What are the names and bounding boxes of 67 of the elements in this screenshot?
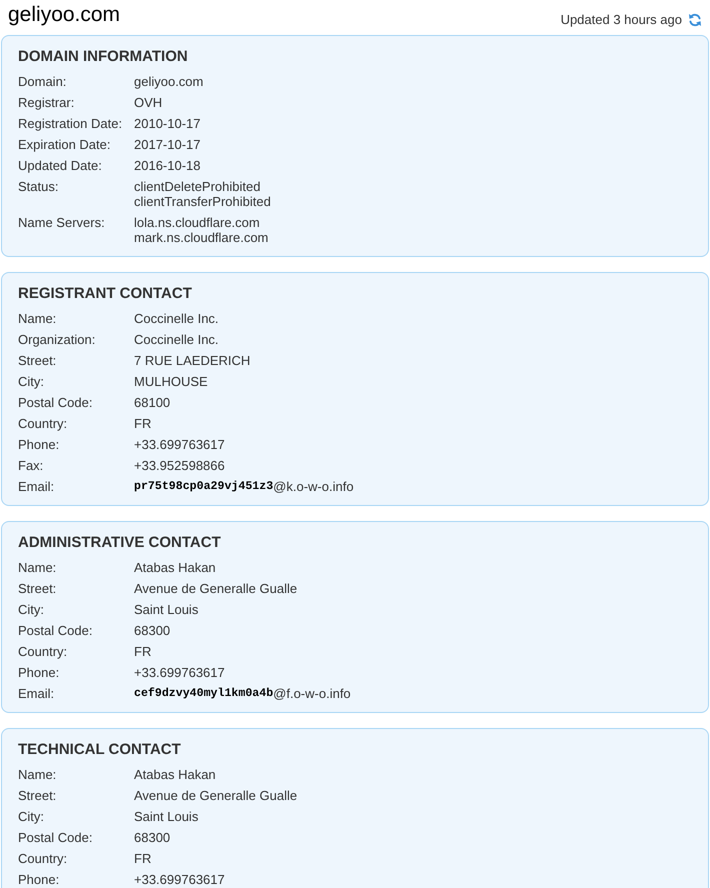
field-label: Name Servers: [18, 215, 105, 230]
field-label: Phone: [18, 665, 60, 680]
field-label: Updated Date: [18, 158, 102, 173]
field-value: +33.952598866 [134, 458, 225, 473]
field-label: Organization: [18, 332, 96, 347]
field-value: +33.699763617 [134, 872, 225, 887]
field-value: FR [134, 644, 152, 659]
field-label: City: [18, 602, 44, 617]
field-value: 2017-10-17 [134, 137, 200, 152]
field-label: Postal Code: [18, 830, 92, 845]
field-value: Saint Louis [134, 809, 198, 824]
field-value: FR [134, 851, 152, 866]
field-label: City: [18, 809, 44, 824]
field-label: Domain: [18, 74, 66, 89]
field-value: 68100 [134, 395, 170, 410]
field-value: clientDeleteProhibited [134, 179, 260, 194]
field-value: Avenue de Generalle Gualle [134, 788, 298, 803]
section-heading: REGISTRANT CONTACT [18, 284, 192, 304]
field-label: Name: [18, 767, 56, 782]
field-label: Email: [18, 686, 54, 701]
field-label: Country: [18, 644, 68, 659]
field-value: 2010-10-17 [134, 116, 200, 131]
updated-time: Updated 3 hours ago [560, 12, 682, 28]
field-value: Coccinelle Inc. [134, 311, 219, 326]
field-value: +33.699763617 [134, 437, 225, 452]
field-label: Street: [18, 788, 56, 803]
field-label: Name: [18, 560, 56, 575]
field-value: Avenue de Generalle Gualle [134, 581, 298, 596]
field-value: Atabas Hakan [134, 560, 216, 575]
field-label: Postal Code: [18, 395, 92, 410]
field-label: Name: [18, 311, 56, 326]
field-label: Phone: [18, 872, 60, 887]
field-value: FR [134, 416, 152, 431]
section-heading: DOMAIN INFORMATION [18, 47, 188, 67]
field-value: OVH [134, 95, 162, 110]
field-label: Postal Code: [18, 623, 92, 638]
field-value: +33.699763617 [134, 665, 225, 680]
page-title: geliyoo.com [8, 2, 120, 28]
field-label: Expiration Date: [18, 137, 110, 152]
field-label: Street: [18, 581, 56, 596]
field-value: Saint Louis [134, 602, 198, 617]
field-label: Registration Date: [18, 116, 122, 131]
field-value: MULHOUSE [134, 374, 208, 389]
field-value: 2016-10-18 [134, 158, 200, 173]
field-label: Email: [18, 479, 54, 494]
email-value: pr75t98cp0a29vj451z3@k.o-w-o.info [134, 479, 354, 494]
field-label: Fax: [18, 458, 44, 473]
field-value: 7 RUE LAEDERICH [134, 353, 250, 368]
field-value: lola.ns.cloudflare.com [134, 215, 260, 230]
refresh-icon[interactable] [688, 13, 702, 27]
field-label: Country: [18, 851, 68, 866]
field-value: Coccinelle Inc. [134, 332, 219, 347]
field-value: geliyoo.com [134, 74, 204, 89]
section-heading: TECHNICAL CONTACT [18, 740, 181, 760]
field-value: Atabas Hakan [134, 767, 216, 782]
email-value: cef9dzvy40myl1km0a4b@f.o-w-o.info [134, 686, 351, 701]
field-value: 68300 [134, 830, 170, 845]
section-heading: ADMINISTRATIVE CONTACT [18, 533, 221, 553]
field-label: Phone: [18, 437, 60, 452]
field-label: City: [18, 374, 44, 389]
field-value: mark.ns.cloudflare.com [134, 230, 268, 245]
field-value: 68300 [134, 623, 170, 638]
field-label: Status: [18, 179, 58, 194]
field-label: Street: [18, 353, 56, 368]
field-value: clientTransferProhibited [134, 194, 271, 209]
field-label: Registrar: [18, 95, 74, 110]
field-label: Country: [18, 416, 68, 431]
